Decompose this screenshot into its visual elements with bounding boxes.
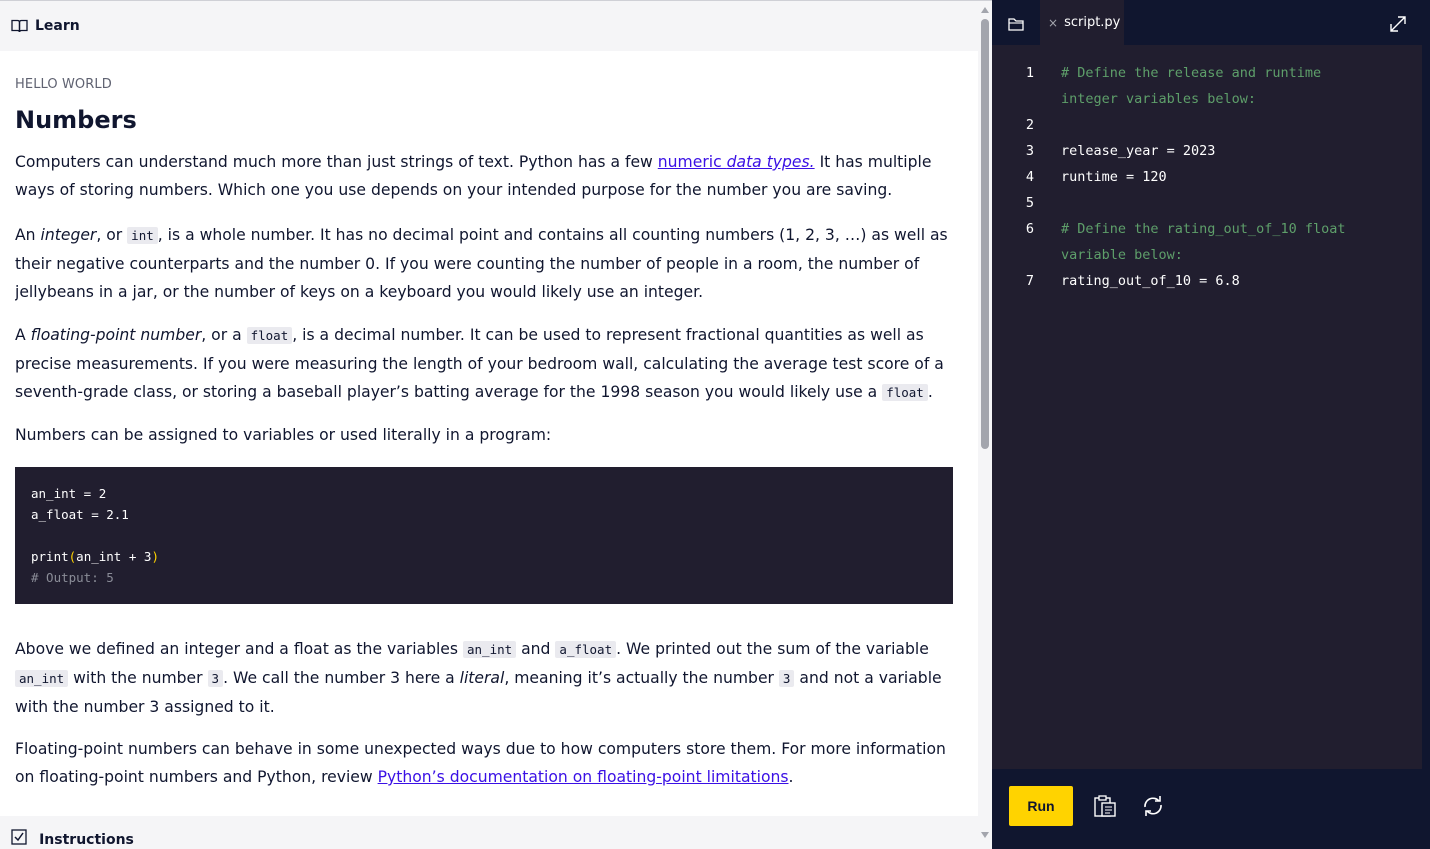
text: An [15, 226, 41, 244]
editor-code-line[interactable]: rating_out_of_10 = 6.8 [1061, 273, 1240, 289]
inline-code: 3 [778, 670, 795, 687]
scroll-thumb[interactable] [981, 19, 989, 449]
run-button[interactable]: Run [1009, 786, 1073, 826]
editor-code-line[interactable]: # Define the rating_out_of_10 float [1061, 221, 1345, 237]
book-icon [11, 19, 28, 33]
text: , or a [201, 326, 247, 344]
line-number: 5 [1025, 195, 1035, 211]
refresh-icon[interactable] [1140, 793, 1166, 819]
link-emphasis[interactable]: data types. [727, 153, 815, 171]
code-line: a_float = 2.1 [31, 507, 129, 522]
paragraph-assign: Numbers can be assigned to variables or … [15, 426, 552, 444]
text: and [516, 640, 556, 658]
lesson-content: HELLO WORLD Numbers Computers can unders… [15, 51, 957, 816]
tab-script-py[interactable]: × script.py [1040, 0, 1124, 45]
text: . [788, 768, 794, 786]
code-line: an_int = 2 [31, 486, 107, 501]
lesson-scrollbar[interactable] [978, 1, 992, 849]
line-number: 1 [1025, 65, 1035, 81]
line-number: 2 [1025, 117, 1035, 133]
expand-icon[interactable] [1388, 14, 1408, 34]
text: . We printed out the sum of the variable [616, 640, 929, 658]
code-editor-panel: × script.py 1 2 3 4 5 6 7 # Define the r… [992, 0, 1430, 849]
emphasis: integer [40, 226, 97, 244]
line-number: 7 [1025, 273, 1035, 289]
paragraph-float: A floating-point number, or a float, is … [15, 321, 957, 407]
lesson-title: Numbers [15, 106, 137, 134]
editor-code-line[interactable]: runtime = 120 [1061, 169, 1167, 185]
emphasis: floating-point number [30, 326, 202, 344]
text: A [15, 326, 31, 344]
text: . We call the number 3 here a [223, 669, 460, 687]
editor-edge [1422, 45, 1430, 849]
text: , or [96, 226, 128, 244]
instructions-label: Instructions [39, 832, 134, 848]
inline-code: an_int [15, 670, 69, 687]
clipboard-icon[interactable] [1092, 793, 1118, 819]
paragraph-integer: An integer, or int, is a whole number. I… [15, 221, 957, 306]
inline-code: 3 [207, 670, 224, 687]
scroll-down-arrow-icon[interactable] [981, 831, 989, 839]
code-comment: # Output: 5 [31, 570, 114, 585]
text: . [927, 383, 933, 401]
editor-code-line[interactable]: integer variables below: [1061, 91, 1256, 107]
emphasis: literal [459, 669, 505, 687]
paragraph-intro: Computers can understand much more than … [15, 148, 957, 204]
learn-header-label: Learn [35, 18, 80, 34]
editor-action-bar: Run [992, 769, 1430, 849]
code-paren: ) [151, 549, 159, 564]
checkbox-icon [11, 829, 27, 845]
editor-code-line[interactable]: release_year = 2023 [1061, 143, 1215, 159]
close-icon[interactable]: × [1048, 16, 1058, 30]
code-token: print [31, 549, 69, 564]
code-line: print(an_int + 3) [31, 546, 937, 567]
text: with the number [68, 669, 208, 687]
line-number: 6 [1025, 221, 1035, 237]
inline-code: a_float [555, 641, 617, 658]
inline-code: float [246, 327, 293, 344]
scroll-up-arrow-icon[interactable] [981, 6, 989, 14]
inline-code: float [882, 384, 928, 401]
text: Computers can understand much more than … [15, 153, 658, 171]
line-number: 4 [1025, 169, 1035, 185]
editor-tab-bar: × script.py [992, 0, 1430, 45]
line-number: 3 [1025, 143, 1035, 159]
editor-code-line[interactable]: variable below: [1061, 247, 1183, 263]
paragraph-explanation: Above we defined an integer and a float … [15, 635, 957, 721]
inline-code: int [127, 227, 158, 244]
inline-code: an_int [463, 641, 517, 658]
tab-label: script.py [1064, 15, 1121, 30]
text: , meaning it’s actually the number [504, 669, 779, 687]
learn-panel: Learn HELLO WORLD Numbers Computers can … [0, 0, 992, 849]
instructions-header[interactable]: Instructions [0, 816, 978, 849]
python-docs-link[interactable]: Python’s documentation on floating-point… [378, 768, 789, 786]
code-token: an_int + 3 [76, 549, 152, 564]
editor-code-line[interactable]: # Define the release and runtime [1061, 65, 1321, 81]
numeric-data-types-link[interactable]: numeric data types. [658, 153, 815, 171]
folder-icon[interactable] [1002, 13, 1030, 35]
lesson-eyebrow: HELLO WORLD [15, 77, 112, 92]
paragraph-floating-point-note: Floating-point numbers can behave in som… [15, 735, 957, 791]
text: Above we defined an integer and a float … [15, 640, 463, 658]
code-example-block: an_int = 2 a_float = 2.1 print(an_int + … [15, 467, 953, 604]
learn-header[interactable]: Learn [0, 1, 978, 51]
